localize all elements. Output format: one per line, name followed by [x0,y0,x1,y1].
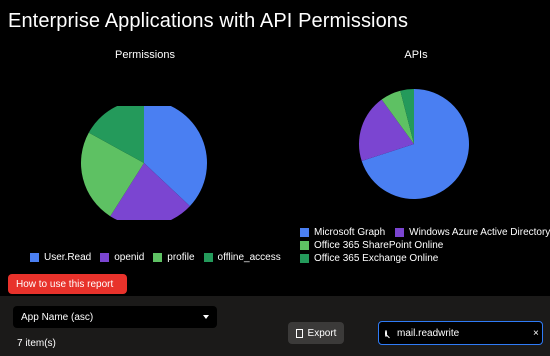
legend-item-profile[interactable]: profile [153,251,195,264]
permissions-pie-chart[interactable] [78,106,208,220]
legend-row: Office 365 SharePoint Online [300,239,545,252]
how-to-use-report-button[interactable]: How to use this report [8,274,127,294]
legend-swatch [100,253,110,262]
legend-label: profile [167,252,195,263]
legend-label: openid [114,252,145,263]
page-title: Enterprise Applications with API Permiss… [8,10,409,32]
legend-item-sharepoint-online[interactable]: Office 365 SharePoint Online [300,239,443,252]
legend-item-microsoft-graph[interactable]: Microsoft Graph [300,226,385,239]
apis-pie-chart[interactable] [358,88,470,200]
legend-label: User.Read [44,252,92,263]
legend-label: Microsoft Graph [314,227,386,238]
legend-swatch [153,253,163,262]
legend-swatch [300,228,309,237]
search-box[interactable]: × [378,321,543,345]
chevron-down-icon [203,315,209,319]
search-input[interactable] [397,327,529,339]
legend-item-openid[interactable]: openid [100,251,144,264]
report-page: Enterprise Applications with API Permiss… [0,0,550,356]
legend-label: Office 365 SharePoint Online [314,240,444,251]
search-icon [385,329,387,337]
help-button-label: How to use this report [16,278,114,290]
legend-item-offline-access[interactable]: offline_access [203,251,281,264]
legend-swatch [300,254,309,263]
permissions-chart-title: Permissions [115,49,175,61]
legend-item-exchange-online[interactable]: Office 365 Exchange Online [300,252,438,265]
legend-item-user-read[interactable]: User.Read [30,251,91,264]
legend-label: Windows Azure Active Directory [409,227,550,238]
legend-label: Office 365 Exchange Online [314,253,439,264]
apis-chart-title: APIs [404,49,428,61]
legend-row: Office 365 Exchange Online [300,252,545,265]
sort-dropdown-value: App Name (asc) [21,311,94,323]
export-icon [295,328,303,338]
legend-swatch [203,253,213,262]
legend-item-windows-azure-ad[interactable]: Windows Azure Active Directory [395,226,550,239]
permissions-legend: User.Read openid profile offline_access [30,251,281,264]
sort-dropdown[interactable]: App Name (asc) [13,306,217,328]
legend-swatch [395,228,405,237]
close-icon[interactable]: × [533,328,539,339]
apis-legend: Microsoft Graph Windows Azure Active Dir… [300,226,550,265]
legend-label: offline_access [217,252,281,263]
export-button-label: Export [307,327,337,339]
legend-swatch [30,253,39,262]
legend-swatch [300,241,309,250]
items-count: 7 item(s) [17,338,56,349]
export-button[interactable]: Export [288,322,344,344]
legend-row: Microsoft Graph Windows Azure Active Dir… [300,226,550,239]
